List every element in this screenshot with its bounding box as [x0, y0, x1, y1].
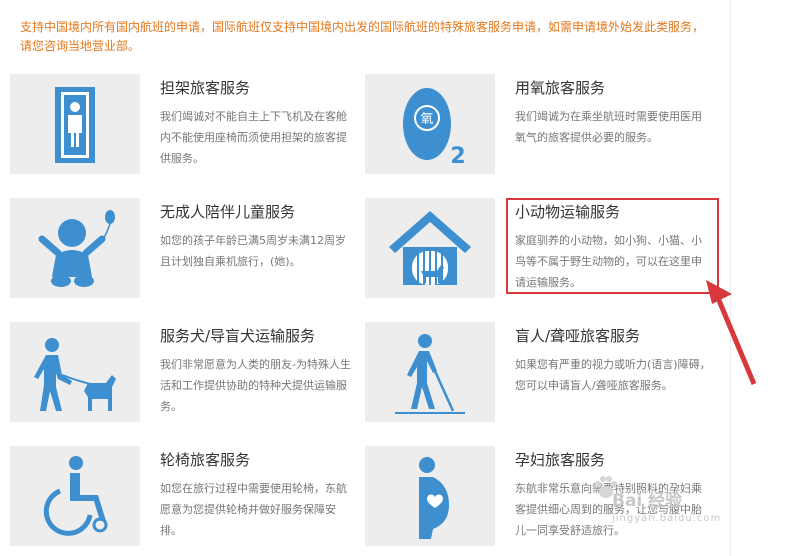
watermark-text: Bai 经验 [612, 491, 683, 511]
service-title[interactable]: 轮椅旅客服务 [160, 449, 250, 470]
pregnant-icon [365, 446, 495, 546]
service-card-child[interactable]: 无成人陪伴儿童服务 如您的孩子年龄已满5周岁未满12周岁且计划独自乘机旅行，(她… [10, 198, 360, 298]
service-card-oxygen[interactable]: 氧 2 用氧旅客服务 我们竭诚为在乘坐航班时需要使用医用氧气的旅客提供必要的服务… [365, 74, 715, 174]
service-desc: 如您在旅行过程中需要使用轮椅，东航愿意为您提供轮椅并做好服务保障安排。 [160, 482, 347, 537]
service-desc: 如您的孩子年龄已满5周岁未满12周岁且计划独自乘机旅行，(她)。 [160, 234, 346, 268]
service-card-wheelchair[interactable]: 轮椅旅客服务 如您在旅行过程中需要使用轮椅，东航愿意为您提供轮椅并做好服务保障安… [10, 446, 360, 546]
service-desc: 我们竭诚为在乘坐航班时需要使用医用氧气的旅客提供必要的服务。 [515, 110, 702, 144]
annotation-arrow-icon [706, 280, 757, 385]
guide-dog-icon [10, 322, 140, 422]
oxygen-icon-char: 氧 [420, 112, 433, 127]
service-title[interactable]: 服务犬/导盲犬运输服务 [160, 325, 315, 346]
service-desc: 我们竭诚对不能自主上下飞机及在客舱内不能使用座椅而须使用担架的旅客提供服务。 [160, 110, 347, 165]
service-card-stretcher[interactable]: 担架旅客服务 我们竭诚对不能自主上下飞机及在客舱内不能使用座椅而须使用担架的旅客… [10, 74, 360, 174]
service-card-guide-dog[interactable]: 服务犬/导盲犬运输服务 我们非常愿意为人类的朋友-为特殊人生活和工作提供协助的特… [10, 322, 360, 422]
service-desc: 如果您有严重的视力或听力(语言)障碍，您可以申请盲人/聋哑旅客服务。 [515, 358, 711, 392]
wheelchair-icon [10, 446, 140, 546]
blind-cane-icon [365, 322, 495, 422]
watermark-sub: jingyan.baidu.com [612, 513, 722, 524]
child-balloon-icon [10, 198, 140, 298]
watermark: Bai 经验 jingyan.baidu.com [612, 486, 721, 524]
oxygen-icon: 氧 2 [365, 74, 495, 174]
service-card-blind[interactable]: 盲人/聋哑旅客服务 如果您有严重的视力或听力(语言)障碍，您可以申请盲人/聋哑旅… [365, 322, 715, 422]
service-title[interactable]: 无成人陪伴儿童服务 [160, 201, 295, 222]
service-desc: 我们非常愿意为人类的朋友-为特殊人生活和工作提供协助的特种犬提供运输服务。 [160, 358, 351, 413]
pet-house-icon [365, 198, 495, 298]
highlight-box [506, 198, 719, 294]
notice-text: 支持中国境内所有国内航班的申请，国际航班仅支持中国境内出发的国际航班的特殊旅客服… [20, 20, 705, 53]
service-title[interactable]: 用氧旅客服务 [515, 77, 605, 98]
oxygen-icon-sub: 2 [450, 144, 465, 169]
service-title[interactable]: 孕妇旅客服务 [515, 449, 605, 470]
service-title[interactable]: 盲人/聋哑旅客服务 [515, 325, 640, 346]
service-title[interactable]: 担架旅客服务 [160, 77, 250, 98]
stretcher-icon [10, 74, 140, 174]
